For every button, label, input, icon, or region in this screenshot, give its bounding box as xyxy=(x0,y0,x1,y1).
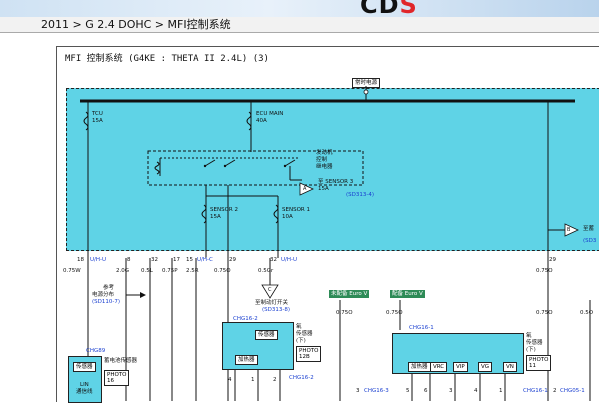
o2-up-vrc-label: VRC xyxy=(430,362,448,372)
o2-up-vg-label: VG xyxy=(478,362,493,372)
pin-number: 4 xyxy=(474,388,478,394)
o2-up-l3: (下) xyxy=(526,347,536,353)
o2-down-photo-link[interactable]: PHOTO 12B xyxy=(296,346,322,362)
relay-label-line1: 发动机 xyxy=(316,150,333,156)
ref-note-link[interactable]: (SD110-7) xyxy=(92,299,120,305)
pin-number: 32 xyxy=(270,257,277,263)
wire-code: 0.5L xyxy=(141,268,153,274)
pin-number: 2 xyxy=(273,377,277,383)
battery-sensor-label: 蓄电池传感器 xyxy=(104,358,138,364)
pin-number: 2 xyxy=(553,388,557,394)
sensor3-rating: 15A xyxy=(318,186,329,192)
fuse-sensor2-name: SENSOR 2 xyxy=(210,207,238,213)
connector-b: B xyxy=(567,227,571,233)
pin-number: 15 xyxy=(186,257,193,263)
pin-number: 1 xyxy=(251,377,255,383)
o2-up-l2: 传感器 xyxy=(526,340,543,346)
euro-v-equipped-chip: 配备 Euro V xyxy=(390,290,425,298)
battery-lin-label: LIN xyxy=(80,382,89,388)
pin-number: 3 xyxy=(356,388,360,394)
connector-c: C xyxy=(268,287,272,293)
euro-v-not-equipped-chip: 未配备 Euro V xyxy=(329,290,370,298)
pin-number: 8 xyxy=(127,257,131,263)
wire-code: 0.75O xyxy=(336,310,353,316)
wire-code: 2.0G xyxy=(116,268,130,274)
wire-code: 0.75P xyxy=(162,268,178,274)
pin-number: 5 xyxy=(406,388,410,394)
ref-note-line1: 参考 xyxy=(103,285,115,291)
sensor3-label: 至 SENSOR 3 xyxy=(318,179,354,185)
connector-chg16-3: CHG16-3 xyxy=(364,388,389,394)
o2-up-l1: 氧 xyxy=(526,333,532,339)
fuse-sensor1-name: SENSOR 1 xyxy=(282,207,310,213)
o2-down-sensor-label: 传感器 xyxy=(255,330,278,340)
pin-number: 29 xyxy=(229,257,236,263)
connector-chg16-1b: CHG16-1 xyxy=(523,388,548,394)
wire-code: 0.5Gr xyxy=(258,268,274,274)
o2-down-l3: (下) xyxy=(296,338,306,344)
pin-number: 1 xyxy=(499,388,503,394)
pin-number: 6 xyxy=(424,388,428,394)
connector-chg16-1: CHG16-1 xyxy=(409,325,434,331)
fuse-tcu-name: TCU xyxy=(92,111,103,117)
relay-label-line3: 继电器 xyxy=(316,164,333,170)
fuse-sensor2-rating: 15A xyxy=(210,214,221,220)
connector-chg16-2b: CHG16-2 xyxy=(289,375,314,381)
brake-switch-label: 至制动灯开关 xyxy=(255,300,289,306)
fuse-sensor1-rating: 10A xyxy=(282,214,293,220)
o2-down-l2: 传感器 xyxy=(296,331,313,337)
pin-number: 32 xyxy=(151,257,158,263)
o2-up-vn-label: VN xyxy=(503,362,517,372)
connector-chg89: CHG89 xyxy=(86,348,106,354)
connector-chg05-1: CHG05-1 xyxy=(560,388,585,394)
o2-down-l1: 氧 xyxy=(296,324,302,330)
pin-connector: U/H-U xyxy=(281,257,298,263)
right-edge-label: 至蓄 xyxy=(583,226,595,232)
o2-up-vip-label: VIP xyxy=(453,362,468,372)
wire-code: 0.75O xyxy=(214,268,231,274)
pin-number: 29 xyxy=(549,257,556,263)
wire-code: 0.5O xyxy=(580,310,594,316)
wire-code: 0.75O xyxy=(536,268,553,274)
battery-sensor-sensor-label: 传感器 xyxy=(73,362,96,372)
battery-lin2-label: 通信线 xyxy=(76,389,93,395)
pin-number: 17 xyxy=(173,257,180,263)
wire-code: 2.5R xyxy=(186,268,199,274)
fuse-ecu-main-name: ECU MAIN xyxy=(256,111,284,117)
right-edge-ref-link[interactable]: (SD3 xyxy=(583,238,596,244)
pin-number: 4 xyxy=(228,377,232,383)
o2-up-heater-label: 加热器 xyxy=(408,362,431,372)
fuse-ecu-main-rating: 40A xyxy=(256,118,267,124)
connector-a: A xyxy=(303,186,307,192)
pin-connector: U/H-U xyxy=(90,257,107,263)
pin-connector: U/H-C xyxy=(197,257,213,263)
brake-switch-ref-link[interactable]: (SD313-8) xyxy=(262,307,290,313)
o2-down-heater-label: 加热器 xyxy=(235,355,258,365)
o2-up-photo-link[interactable]: PHOTO 11 xyxy=(526,355,552,371)
fuse-tcu-rating: 15A xyxy=(92,118,103,124)
sensor3-ref-link[interactable]: (SD313-4) xyxy=(346,192,374,198)
wire-code: 0.75O xyxy=(386,310,403,316)
wire-code: 0.75W xyxy=(63,268,81,274)
relay-label-line2: 控制 xyxy=(316,157,328,163)
wire-code: 0.75O xyxy=(536,310,553,316)
pin-number: 3 xyxy=(449,388,453,394)
pin-number: 18 xyxy=(77,257,84,263)
battery-photo-link[interactable]: PHOTO 16 xyxy=(104,370,130,386)
ref-note-line2: 电源分布 xyxy=(92,292,115,298)
